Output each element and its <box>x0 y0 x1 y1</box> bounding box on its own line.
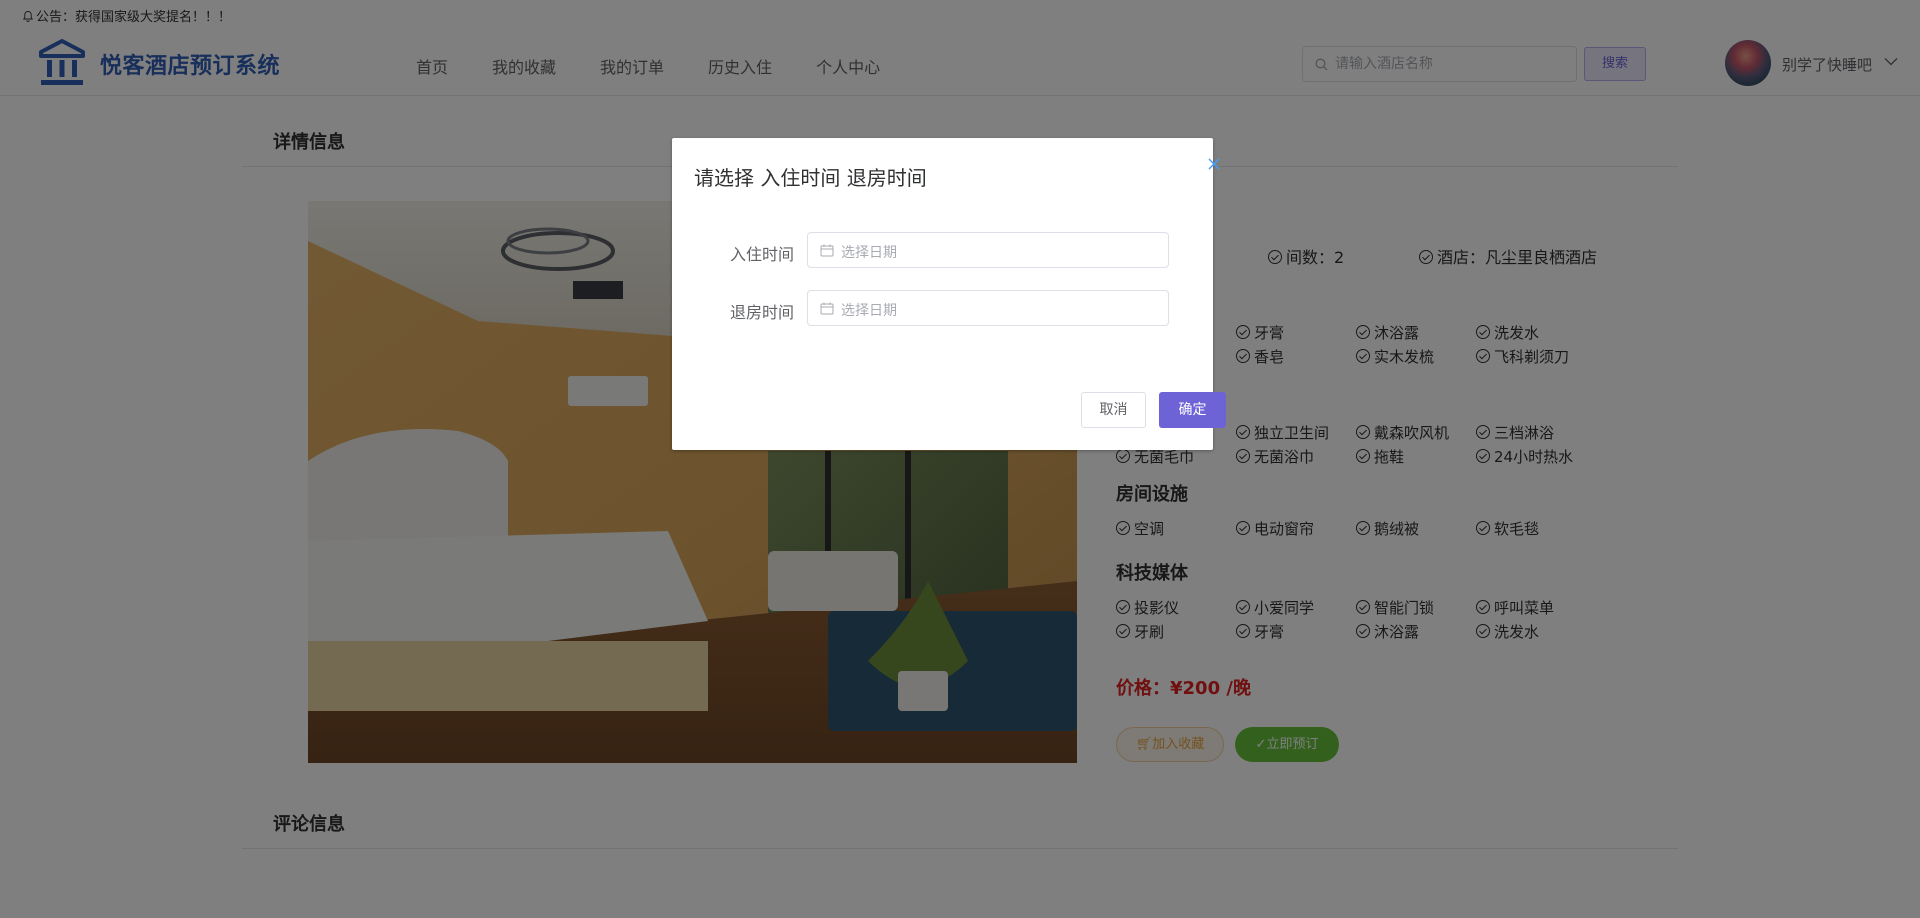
checkin-label: 入住时间 <box>730 245 795 264</box>
cancel-button[interactable]: 取消 <box>1081 392 1146 428</box>
checkin-placeholder: 选择日期 <box>841 245 897 261</box>
calendar-icon <box>820 302 834 315</box>
dialog-title: 请选择 入住时间 退房时间 <box>694 166 927 190</box>
date-select-dialog: 请选择 入住时间 退房时间 入住时间 选择日期 退房时间 选择日期 取消 确定 <box>672 138 1226 450</box>
checkout-label: 退房时间 <box>730 303 795 322</box>
calendar-icon <box>820 244 834 257</box>
close-icon[interactable] <box>1208 158 1220 170</box>
checkin-date-picker[interactable]: 选择日期 <box>807 232 1169 268</box>
checkout-placeholder: 选择日期 <box>841 303 897 319</box>
checkout-date-picker[interactable]: 选择日期 <box>807 290 1169 326</box>
confirm-button[interactable]: 确定 <box>1159 392 1226 428</box>
